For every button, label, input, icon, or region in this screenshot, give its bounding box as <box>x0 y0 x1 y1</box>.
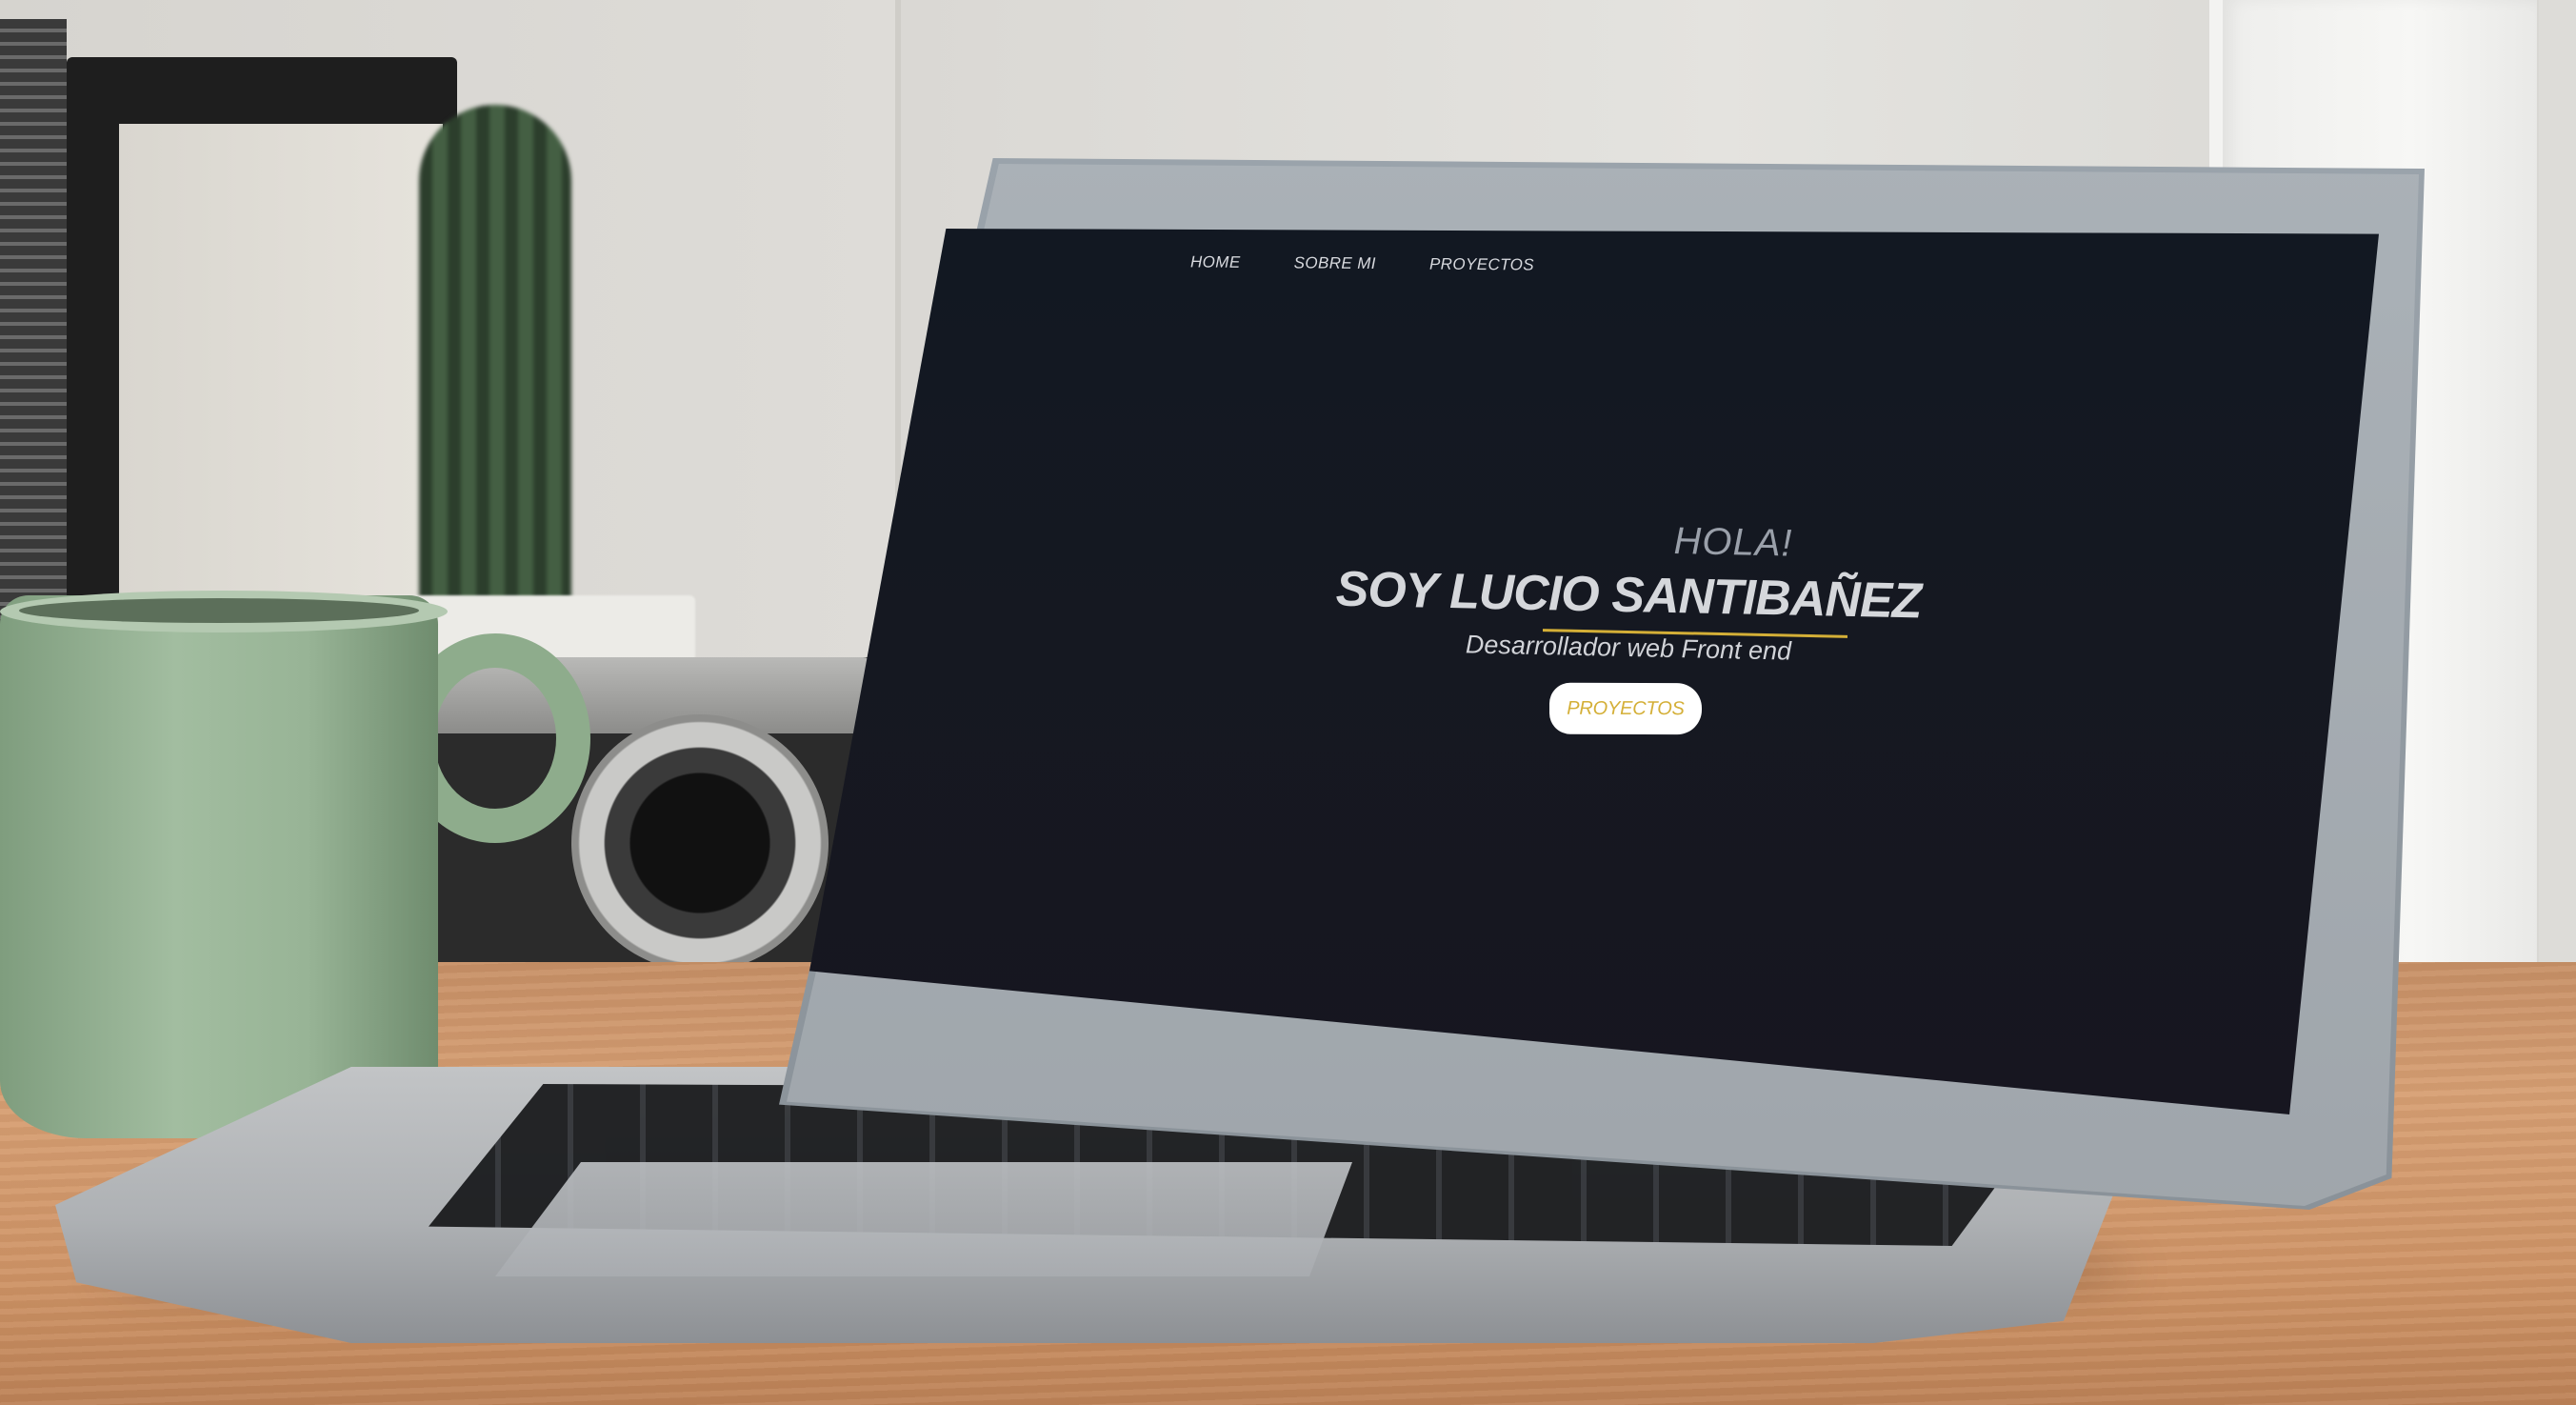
hero-greeting: HOLA! <box>1673 519 1793 565</box>
proyectos-button[interactable]: PROYECTOS <box>1549 682 1702 735</box>
green-mug <box>0 595 438 1138</box>
camera-lens <box>571 714 829 972</box>
mug-inside <box>19 598 419 623</box>
photo-scene: HOME SOBRE MI PROYECTOS HOLA! SOY LUCIO … <box>0 0 2576 1405</box>
hero-subtitle: Desarrollador web Front end <box>1465 630 1792 666</box>
site-nav: HOME SOBRE MI PROYECTOS <box>1190 243 1762 286</box>
nav-link-home[interactable]: HOME <box>1190 252 1241 271</box>
nav-link-proyectos[interactable]: PROYECTOS <box>1429 255 1534 275</box>
hero-name: SOY LUCIO SANTIBAÑEZ <box>1335 561 1922 630</box>
cactus-plant <box>419 105 571 619</box>
nav-link-sobre-mi[interactable]: SOBRE MI <box>1294 253 1376 273</box>
laptop-screen: HOME SOBRE MI PROYECTOS HOLA! SOY LUCIO … <box>809 229 2379 1114</box>
hero-section: HOLA! SOY LUCIO SANTIBAÑEZ Desarrollador… <box>1286 512 1971 764</box>
laptop-trackpad <box>495 1162 1352 1276</box>
